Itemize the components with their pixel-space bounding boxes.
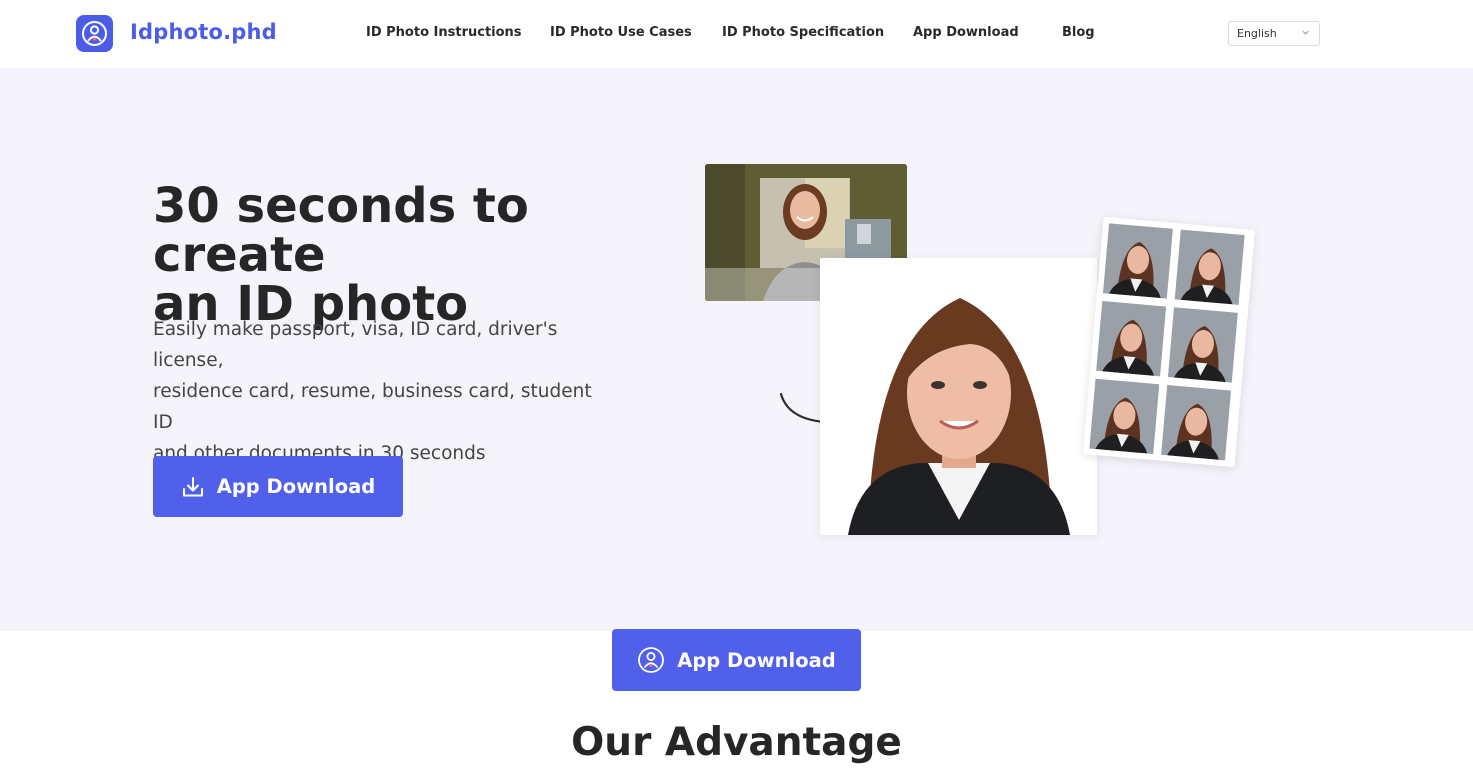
cta-app-download-button[interactable]: App Download — [612, 629, 861, 691]
nav-id-photo-instructions[interactable]: ID Photo Instructions — [366, 25, 522, 40]
id-photo-result — [820, 258, 1097, 535]
hero-title-line-1: 30 seconds to create — [153, 178, 529, 283]
hero-desc-line-2: residence card, resume, business card, s… — [153, 381, 592, 433]
language-select[interactable]: English — [1228, 21, 1320, 46]
our-advantage-title: Our Advantage — [571, 720, 902, 765]
logo-icon[interactable] — [76, 15, 113, 52]
person-badge-icon — [638, 647, 665, 673]
hero-title: 30 seconds to create an ID photo — [153, 182, 653, 329]
hero-section: 30 seconds to create an ID photo Easily … — [0, 68, 1473, 631]
sheet-photo — [1096, 301, 1167, 377]
sheet-photo — [1103, 223, 1173, 299]
sheet-photo — [1167, 307, 1238, 383]
photo-print-sheet — [1082, 216, 1256, 468]
nav-app-download[interactable]: App Download — [913, 25, 1019, 40]
cta-app-download-label: App Download — [677, 648, 836, 672]
nav-blog[interactable]: Blog — [1062, 25, 1095, 40]
sheet-photo — [1174, 229, 1245, 305]
nav-id-photo-use-cases[interactable]: ID Photo Use Cases — [550, 25, 692, 40]
hero-app-download-label: App Download — [216, 475, 376, 498]
site-header: Idphoto.phd ID Photo Instructions ID Pho… — [0, 0, 1473, 68]
language-value: English — [1237, 27, 1277, 40]
sheet-photo — [1161, 385, 1232, 461]
chevron-down-icon — [1302, 30, 1309, 35]
hero-app-download-button[interactable]: App Download — [153, 456, 403, 517]
download-icon — [182, 476, 203, 496]
nav-id-photo-specification[interactable]: ID Photo Specification — [722, 25, 884, 40]
sheet-photo — [1089, 378, 1160, 455]
hero-illustration — [700, 158, 1260, 548]
hero-description: Easily make passport, visa, ID card, dri… — [153, 314, 593, 469]
hero-desc-line-1: Easily make passport, visa, ID card, dri… — [153, 319, 558, 371]
brand-name[interactable]: Idphoto.phd — [130, 20, 277, 44]
